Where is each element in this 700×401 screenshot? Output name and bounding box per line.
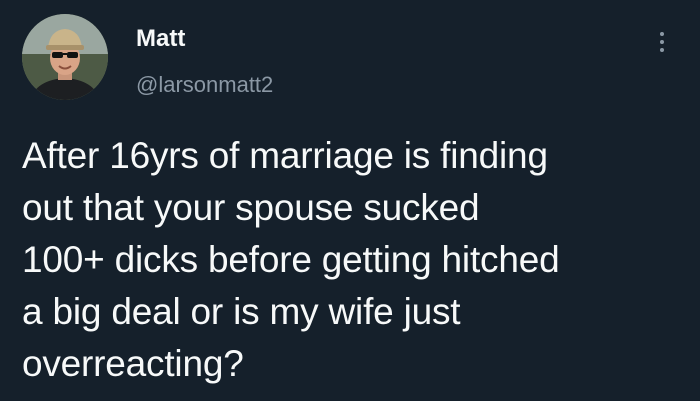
tweet-text-line: a big deal or is my wife just: [22, 291, 461, 332]
tweet-card: Matt @larsonmatt2 After 16yrs of marriag…: [0, 0, 700, 401]
more-options-icon: [660, 32, 664, 36]
more-options-dot: [660, 40, 664, 44]
more-options-button[interactable]: [650, 24, 674, 60]
avatar[interactable]: [22, 14, 108, 100]
tweet-text: After 16yrs of marriage is finding out t…: [22, 130, 692, 390]
tweet-text-line: 100+ dicks before getting hitched: [22, 239, 560, 280]
tweet-text-line: After 16yrs of marriage is finding: [22, 135, 548, 176]
profile-photo-icon: [22, 14, 108, 100]
author-name[interactable]: Matt: [136, 25, 185, 53]
tweet-text-line: overreacting?: [22, 343, 244, 384]
more-options-dot: [660, 48, 664, 52]
author-handle[interactable]: @larsonmatt2: [136, 72, 273, 98]
tweet-text-line: out that your spouse sucked: [22, 187, 480, 228]
